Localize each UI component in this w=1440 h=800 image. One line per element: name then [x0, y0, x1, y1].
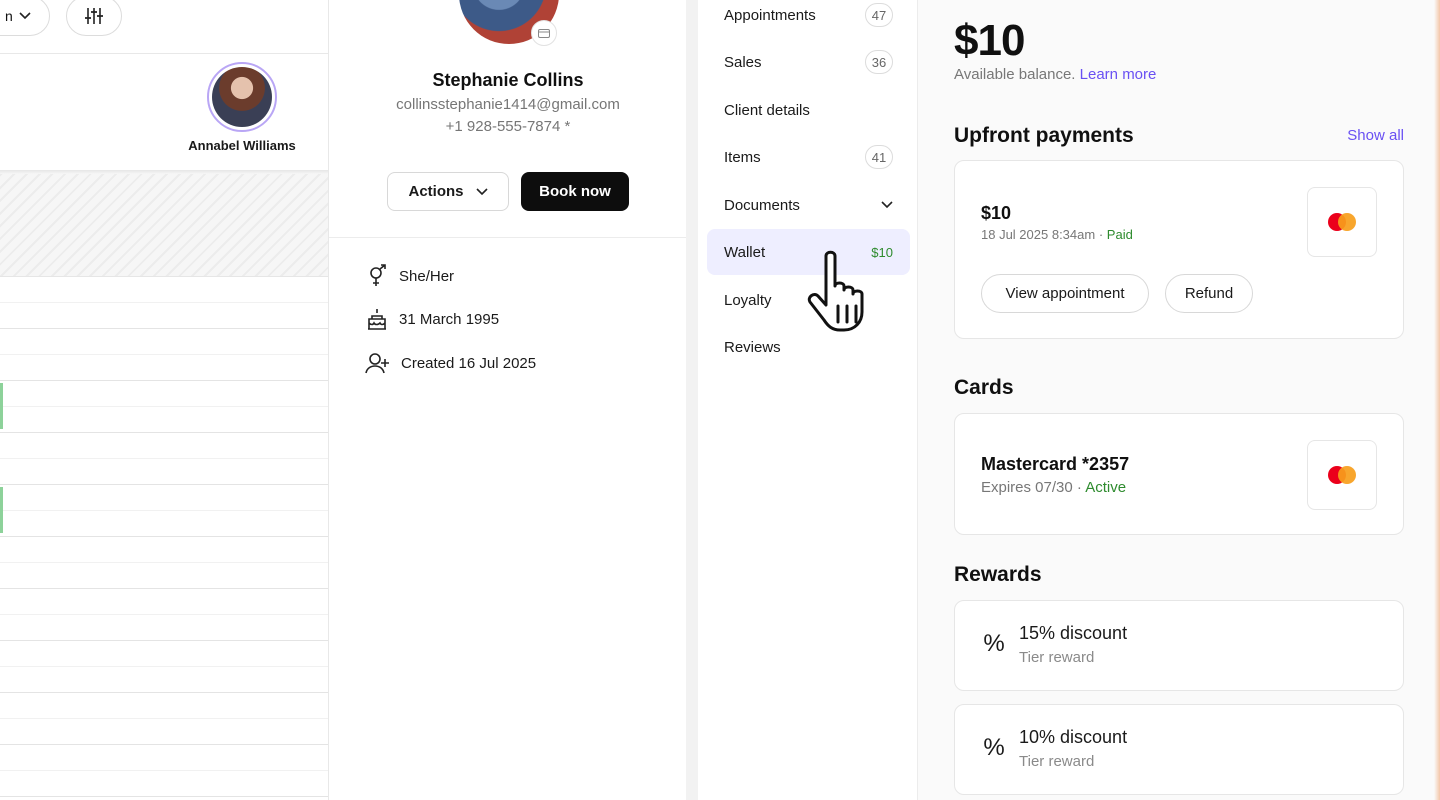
nav-item-label: Client details	[724, 101, 810, 119]
payment-status: Paid	[1106, 227, 1133, 242]
balance-caption: Available balance. Learn more	[954, 66, 1156, 83]
birthday-text: 31 March 1995	[399, 310, 500, 328]
reward-card[interactable]: % 15% discount Tier reward	[954, 600, 1404, 691]
nav-item-items[interactable]: Items 41	[707, 134, 910, 180]
calendar-toolbar: n	[0, 0, 330, 54]
chevron-down-icon	[881, 201, 893, 209]
client-profile: Stephanie Collins collinsstephanie1414@g…	[328, 0, 687, 800]
calendar-grid[interactable]	[0, 277, 330, 800]
upfront-payments-title: Upfront payments	[954, 124, 1134, 147]
mastercard-logo	[1307, 187, 1377, 257]
nav-item-label: Documents	[724, 196, 800, 214]
wallet-balance: $10	[954, 16, 1025, 65]
panel-gap	[686, 0, 698, 800]
card-badge-icon	[531, 20, 557, 46]
nav-item-label: Appointments	[724, 6, 816, 24]
appointment-marker[interactable]	[0, 487, 3, 533]
payment-amount: $10	[981, 203, 1012, 223]
payment-card: $10 18 Jul 2025 8:34am · Paid View appoi…	[954, 160, 1404, 339]
saved-card[interactable]: Mastercard *2357 Expires 07/30 · Active	[954, 413, 1404, 535]
card-meta: Expires 07/30 · Active	[981, 479, 1126, 496]
nav-item-appointments[interactable]: Appointments 47	[707, 0, 910, 38]
created-row: Created 16 Jul 2025	[365, 351, 536, 375]
count-badge: 47	[865, 3, 893, 27]
staff-avatar	[207, 62, 277, 132]
nav-item-label: Loyalty	[724, 291, 772, 309]
reward-subtitle: Tier reward	[1019, 753, 1095, 770]
show-all-link[interactable]: Show all	[1347, 127, 1404, 144]
refund-button[interactable]: Refund	[1165, 274, 1253, 313]
chevron-down-icon	[19, 12, 31, 20]
view-select[interactable]: n	[0, 0, 50, 36]
payment-date: 18 Jul 2025 8:34am	[981, 227, 1096, 242]
client-name: Stephanie Collins	[432, 70, 584, 90]
staff-column-header[interactable]: Annabel Williams	[180, 62, 304, 153]
sliders-icon	[85, 8, 103, 24]
pronouns-row: She/Her	[365, 264, 454, 288]
percent-icon: %	[983, 734, 1005, 761]
rewards-title: Rewards	[954, 563, 1042, 586]
mastercard-logo	[1307, 440, 1377, 510]
user-plus-icon	[365, 353, 389, 374]
actions-button[interactable]: Actions	[387, 172, 509, 211]
cards-title: Cards	[954, 376, 1014, 399]
card-status: Active	[1085, 479, 1127, 496]
reward-title: 10% discount	[1019, 727, 1128, 747]
client-phone: +1 928-555-7874 *	[445, 118, 571, 135]
client-email: collinsstephanie1414@gmail.com	[396, 96, 620, 113]
reward-title: 15% discount	[1019, 623, 1128, 643]
appointment-marker[interactable]	[0, 383, 3, 429]
nav-item-sales[interactable]: Sales 36	[707, 39, 910, 85]
staff-name: Annabel Williams	[188, 138, 296, 153]
nav-item-client-details[interactable]: Client details	[707, 87, 910, 133]
view-select-text: n	[5, 8, 13, 24]
count-badge: 36	[865, 50, 893, 74]
reward-subtitle: Tier reward	[1019, 649, 1095, 666]
actions-label: Actions	[408, 183, 464, 200]
nav-item-label: Wallet	[724, 243, 766, 261]
card-name: Mastercard *2357	[981, 454, 1130, 474]
payment-meta: 18 Jul 2025 8:34am · Paid	[981, 227, 1133, 242]
percent-icon: %	[983, 630, 1005, 657]
pronouns-text: She/Her	[399, 267, 455, 285]
gender-icon	[370, 264, 386, 286]
client-nav: Appointments 47 Sales 36 Client details …	[698, 0, 918, 800]
nav-item-label: Sales	[724, 53, 762, 71]
chevron-down-icon	[475, 187, 488, 195]
divider	[329, 237, 687, 238]
learn-more-link[interactable]: Learn more	[1080, 66, 1157, 83]
balance-label: Available balance.	[954, 66, 1076, 83]
nav-item-documents[interactable]: Documents	[707, 182, 910, 228]
nav-item-label: Items	[724, 148, 761, 166]
birthday-row: 31 March 1995	[365, 307, 499, 331]
nav-item-label: Reviews	[724, 338, 781, 356]
view-appointment-button[interactable]: View appointment	[981, 274, 1149, 313]
count-badge: 41	[865, 145, 893, 169]
wallet-panel: $10 Available balance. Learn more Upfron…	[918, 0, 1440, 800]
blocked-time	[0, 174, 330, 277]
reward-card[interactable]: % 10% discount Tier reward	[954, 704, 1404, 795]
book-now-button[interactable]: Book now	[521, 172, 629, 211]
calendar-background: n Annabel Williams	[0, 0, 330, 800]
filter-button[interactable]	[66, 0, 122, 36]
separator: ·	[1098, 227, 1104, 242]
hand-pointer-cursor-icon	[807, 250, 864, 332]
created-text: Created 16 Jul 2025	[401, 354, 537, 372]
card-expiry: Expires 07/30 ·	[981, 479, 1082, 496]
cake-icon	[368, 309, 386, 330]
